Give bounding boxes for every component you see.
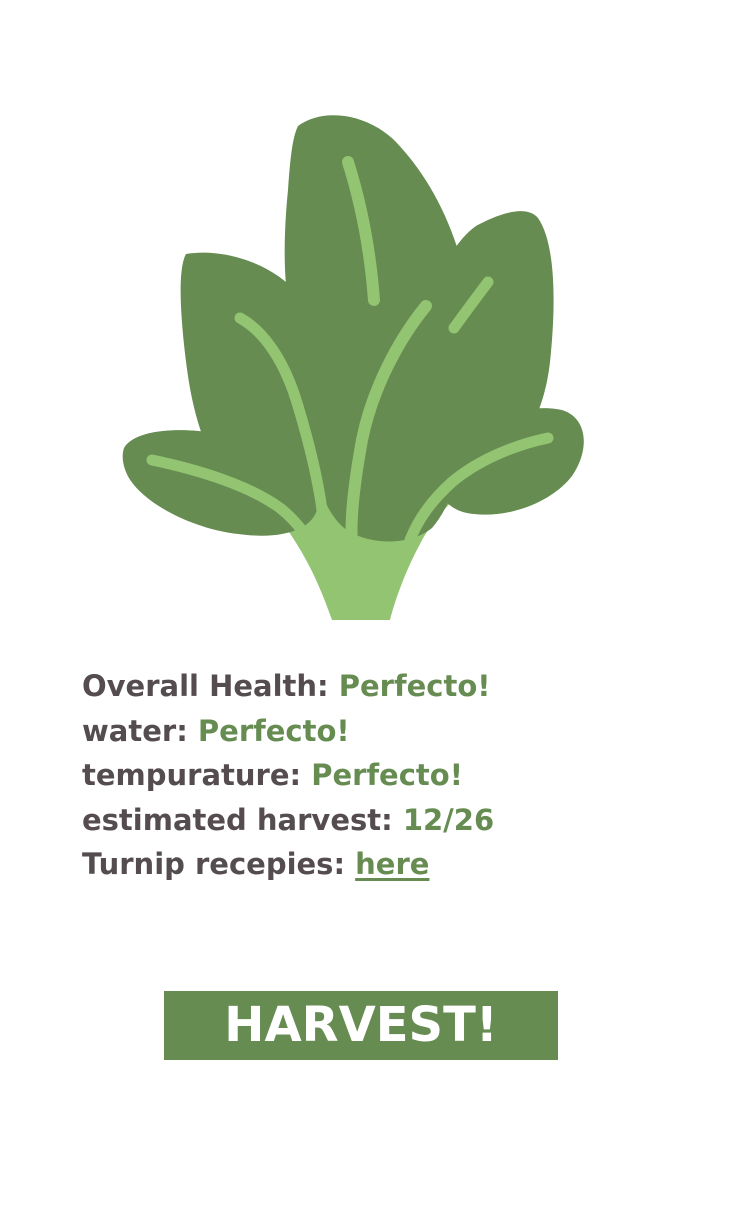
- stat-label: tempurature:: [82, 758, 302, 792]
- stat-value: Perfecto!: [311, 758, 463, 792]
- recipes-link[interactable]: here: [355, 847, 429, 881]
- stat-water: water: Perfecto!: [82, 709, 682, 754]
- stat-label: water:: [82, 713, 188, 748]
- stat-value: 12/26: [402, 802, 495, 837]
- stat-value: Perfecto!: [197, 713, 350, 748]
- stat-value: Perfecto!: [338, 669, 491, 703]
- stat-recipes: Turnip recepies: here: [82, 842, 682, 887]
- spinach-plant-icon: [122, 115, 584, 620]
- recipes-label: Turnip recepies:: [82, 847, 346, 881]
- stat-temperature: tempurature: Perfecto!: [82, 753, 682, 798]
- stat-estimated-harvest: estimated harvest: 12/26: [82, 798, 682, 843]
- plant-stats: Overall Health: Perfecto! water: Perfect…: [82, 664, 682, 887]
- harvest-button[interactable]: HARVEST!: [164, 991, 558, 1060]
- stat-label: estimated harvest:: [82, 802, 393, 837]
- stat-label: Overall Health:: [82, 669, 329, 703]
- stat-overall-health: Overall Health: Perfecto!: [82, 664, 682, 709]
